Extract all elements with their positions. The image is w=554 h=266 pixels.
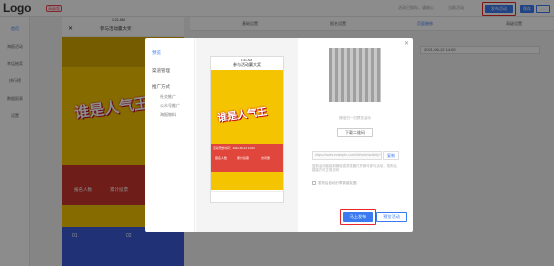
highlight-frame xyxy=(340,209,376,225)
pv-stat-1: 报名人数 xyxy=(215,156,228,160)
link-note: 复制活动链接到微信或浏览器打开即可参与活动，发布后链接方可正常访问 xyxy=(312,164,397,172)
pv-tabbar xyxy=(211,191,283,203)
menu-preview[interactable]: 预览 xyxy=(152,50,161,56)
preview-activity-button[interactable]: 预览活动 xyxy=(376,212,407,222)
menu-social[interactable]: 社交推广 xyxy=(160,94,176,100)
pv-title: 参与活动赢大奖 xyxy=(211,62,283,70)
pv-stat-2: 累计投票 xyxy=(237,156,250,160)
download-qr-button[interactable]: 下载二维码 xyxy=(337,128,373,137)
checkbox-label: 发布后自动分享到朋友圈 xyxy=(318,181,357,185)
menu-official[interactable]: 公众号推广 xyxy=(160,103,180,109)
modal-menu: 预览 渠道管理 推广方式 社交推广 公众号推广 海报物料 xyxy=(145,38,195,232)
checkbox[interactable] xyxy=(312,181,316,186)
pv-stat-3: 访问量 xyxy=(261,156,271,160)
pv-poster: 谁是人气王 活动开始时间：2021-06-12 14:00 报名人数 累计投票 … xyxy=(211,70,283,190)
activity-link-field[interactable]: https://www.example.com/h5/vote/activity… xyxy=(312,151,382,160)
preview-phone: 1:21 AM 参与活动赢大奖 谁是人气王 活动开始时间：2021-06-12 … xyxy=(210,56,284,203)
modal-preview: 1:21 AM 参与活动赢大奖 谁是人气王 活动开始时间：2021-06-12 … xyxy=(196,38,298,232)
menu-channel[interactable]: 渠道管理 xyxy=(152,68,170,74)
copy-link-button[interactable]: 复制 xyxy=(383,151,399,160)
pv-headline: 谁是人气王 xyxy=(216,106,268,125)
close-icon[interactable]: ✕ xyxy=(404,40,409,47)
share-checkbox-row[interactable]: 发布后自动分享到朋友圈 xyxy=(312,181,357,186)
qr-code xyxy=(329,48,381,102)
menu-promotion[interactable]: 推广方式 xyxy=(152,84,170,90)
qr-caption: 微信扫一扫预览活动 xyxy=(339,116,371,120)
menu-poster[interactable]: 海报物料 xyxy=(160,112,176,118)
publish-modal: ✕ 预览 渠道管理 推广方式 社交推广 公众号推广 海报物料 1:21 AM 参… xyxy=(145,38,413,232)
pv-band-text: 活动开始时间：2021-06-12 14:00 xyxy=(213,146,255,150)
